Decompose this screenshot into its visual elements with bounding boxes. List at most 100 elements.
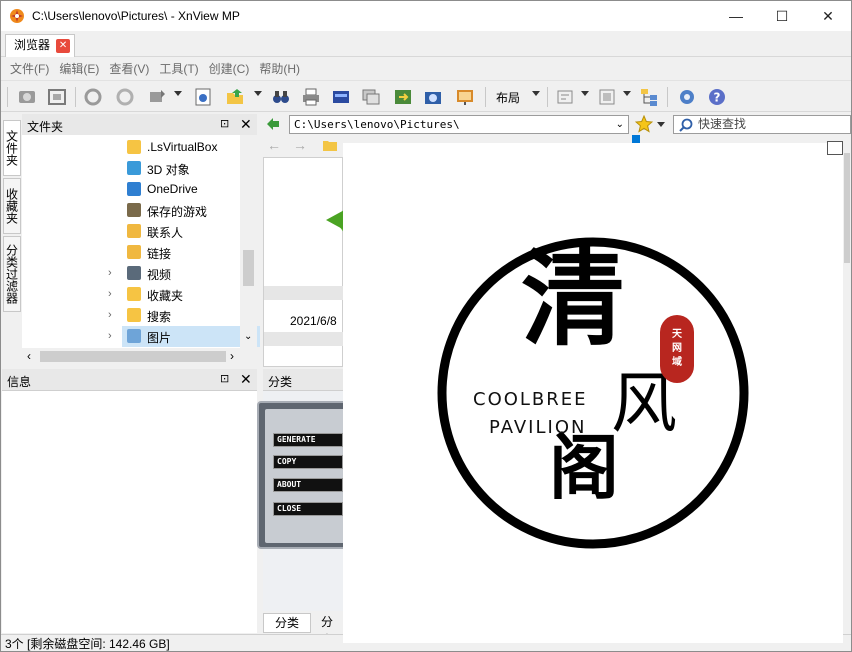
batch-convert-icon [362,89,380,105]
slideshow-button[interactable] [453,85,477,109]
export-icon [395,90,411,104]
folder-tree-item[interactable]: OneDrive [22,179,242,200]
generate-button[interactable]: GENERATE [273,433,343,447]
close-panel-icon[interactable]: ✕ [240,371,252,388]
window-title: C:\Users\lenovo\Pictures\ - XnView MP [32,9,240,23]
close-button[interactable]: CLOSE [273,502,343,516]
menu-tools[interactable]: 工具(T) [159,60,198,77]
scroll-thumb[interactable] [243,250,254,286]
expand-chevron-icon[interactable]: › [108,267,112,279]
pin-icon[interactable]: ⊡ [220,117,229,130]
scroll-left-arrow-icon[interactable]: ‹ [27,349,31,363]
open-folder-button[interactable] [223,85,247,109]
print-button[interactable] [299,85,323,109]
tree-icon [641,89,657,106]
rotate-left-icon [84,88,102,106]
bottom-tab-category[interactable]: 分类 [263,613,311,633]
fullscreen-button[interactable] [45,85,69,109]
menu-edit[interactable]: 编辑(E) [59,60,99,77]
layout-dropdown-arrow[interactable] [532,91,540,96]
about-button[interactable]: ABOUT [273,478,343,492]
tab-browser[interactable]: 浏览器 ✕ [5,34,76,57]
minimize-button[interactable]: — [713,1,759,31]
favorite-star-icon[interactable] [635,115,653,133]
category-panel-body: GENERATE COPY ABOUT CLOSE [257,391,347,611]
folder-tree-item[interactable]: › 视频 [22,263,242,284]
help-icon: ? [709,89,725,105]
layout-button[interactable]: 布局 [496,89,520,106]
sort-dropdown-arrow[interactable] [581,91,589,96]
toolbar-separator [75,87,76,107]
seal-char: 天 [672,329,682,340]
expand-chevron-icon[interactable]: › [108,288,112,300]
slideshow-icon [457,90,473,105]
menu-file[interactable]: 文件(F) [10,60,49,77]
search-button[interactable] [269,85,293,109]
quick-search-input[interactable]: 快速查找 [673,115,851,134]
side-tab-category-filter[interactable]: 分类过滤器 [3,236,21,312]
properties-button[interactable] [191,85,215,109]
folder-vertical-scrollbar[interactable]: ⌄ [240,135,257,348]
scroll-down-arrow-icon[interactable]: ⌄ [244,331,252,342]
export-button[interactable] [391,85,415,109]
transform-dropdown-arrow[interactable] [174,91,182,96]
favorites-icon [127,287,141,301]
preview-maximize-icon[interactable] [827,141,843,155]
menu-view[interactable]: 查看(V) [109,60,149,77]
favorite-dropdown-arrow[interactable] [657,122,665,127]
scroll-thumb[interactable] [844,153,850,263]
folder-tree-item[interactable]: › 收藏夹 [22,284,242,305]
folder-icon[interactable] [323,139,337,151]
settings-button[interactable] [675,85,699,109]
scan-button[interactable] [329,85,353,109]
folder-tree-item[interactable]: › 搜索 [22,305,242,326]
preview-anchor-marker [632,135,640,143]
sort-button[interactable] [553,85,577,109]
close-tab-icon[interactable]: ✕ [56,39,71,53]
folder-horizontal-scrollbar[interactable]: ‹ › [22,348,240,365]
transform-button[interactable] [145,85,169,109]
thumbnail-panel [265,409,345,543]
forward-arrow-icon[interactable]: → [293,137,307,153]
rotate-right-button[interactable] [113,85,137,109]
view-mode-dropdown-arrow[interactable] [623,91,631,96]
tree-view-button[interactable] [637,85,661,109]
view-image-button[interactable] [15,85,39,109]
scroll-thumb[interactable] [40,351,226,362]
folder-tree-item[interactable]: 联系人 [22,221,242,242]
capture-button[interactable] [421,85,445,109]
back-arrow-icon[interactable]: ← [267,137,281,153]
close-window-button[interactable]: ✕ [805,1,851,31]
maximize-button[interactable]: ☐ [759,1,805,31]
folder-tree-item[interactable]: 保存的游戏 [22,200,242,221]
address-bar[interactable]: C:\Users\lenovo\Pictures\ ⌄ [289,115,629,134]
close-panel-icon[interactable]: ✕ [240,116,252,133]
right-scroll-strip[interactable] [843,143,851,633]
info-panel-header: 信息 ⊡ ✕ [2,369,257,391]
view-mode-button[interactable] [595,85,619,109]
rotate-left-button[interactable] [81,85,105,109]
scanner-icon [333,91,349,103]
logo-char-qing: 清 [521,237,626,360]
open-dropdown-arrow[interactable] [254,91,262,96]
address-dropdown-icon[interactable]: ⌄ [616,116,624,133]
expand-chevron-icon[interactable]: › [108,309,112,321]
camera-icon [425,92,441,104]
go-up-arrow-icon[interactable] [265,116,281,132]
folders-panel-header: 文件夹 ⊡ ✕ [22,114,257,136]
scroll-right-arrow-icon[interactable]: › [230,349,234,363]
expand-chevron-icon[interactable]: › [108,330,112,342]
help-button[interactable]: ? [705,85,729,109]
copy-button[interactable]: COPY [273,455,343,469]
menu-create[interactable]: 创建(C) [209,60,250,77]
fullscreen-icon [48,89,66,105]
search-icon [679,118,693,132]
batch-convert-button[interactable] [359,85,383,109]
menu-help[interactable]: 帮助(H) [259,60,300,77]
folder-tree-item[interactable]: 3D 对象 [22,158,242,179]
folder-tree-item[interactable]: .LsVirtualBox [22,137,242,158]
folder-tree-item[interactable]: 链接 [22,242,242,263]
side-tab-favorites[interactable]: 收藏夹 [3,178,21,234]
pin-icon[interactable]: ⊡ [220,372,229,385]
side-tab-folders[interactable]: 文件夹 [3,120,21,176]
